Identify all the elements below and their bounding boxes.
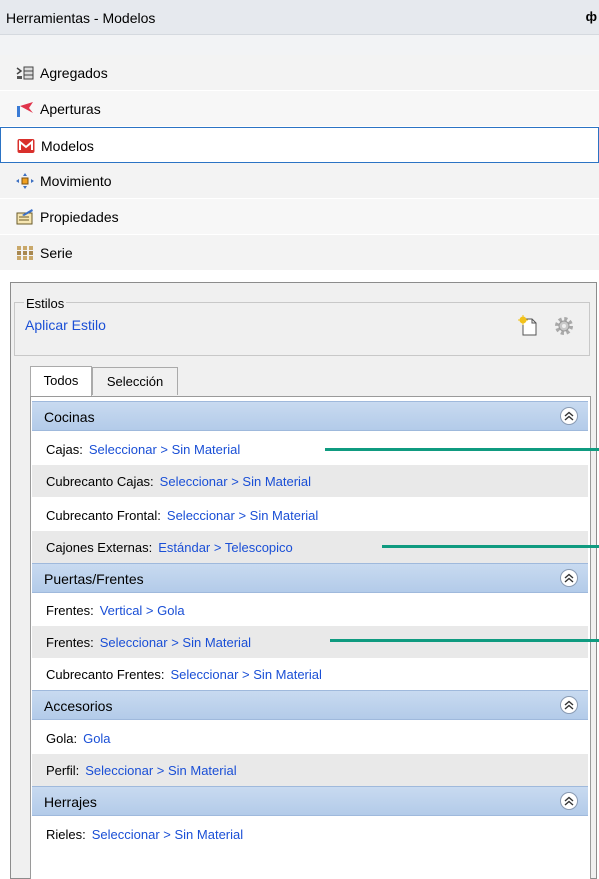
property-row[interactable]: Cubrecanto Frontal: Seleccionar > Sin Mat… bbox=[32, 499, 588, 531]
property-label: Frentes: bbox=[46, 635, 94, 650]
nav-item-modelos[interactable]: Modelos bbox=[0, 127, 599, 163]
new-style-icon[interactable] bbox=[517, 315, 539, 337]
nav-label: Aperturas bbox=[40, 101, 101, 117]
nav-label: Agregados bbox=[40, 65, 108, 81]
property-label: Cubrecanto Frontal: bbox=[46, 508, 161, 523]
property-value-link[interactable]: Estándar > Telescopico bbox=[158, 540, 293, 555]
aggregate-icon bbox=[16, 65, 34, 81]
property-value-link[interactable]: Vertical > Gola bbox=[100, 603, 185, 618]
property-label: Rieles: bbox=[46, 827, 86, 842]
window-title: Herramientas - Modelos bbox=[6, 10, 156, 26]
group-header-accesorios[interactable]: Accesorios bbox=[32, 690, 588, 720]
property-label: Cubrecanto Frentes: bbox=[46, 667, 165, 682]
apply-style-link[interactable]: Aplicar Estilo bbox=[25, 317, 106, 333]
group-header-puertas-frentes[interactable]: Puertas/Frentes bbox=[32, 563, 588, 593]
nav-label: Serie bbox=[40, 245, 73, 261]
group-title: Herrajes bbox=[44, 794, 97, 810]
annotation-pointer-line bbox=[382, 545, 599, 548]
annotation-pointer-line bbox=[330, 639, 599, 642]
property-value-link[interactable]: Seleccionar > Sin Material bbox=[160, 474, 311, 489]
property-label: Gola: bbox=[46, 731, 78, 746]
group-title: Accesorios bbox=[44, 698, 113, 714]
property-value-link[interactable]: Seleccionar > Sin Material bbox=[89, 442, 240, 457]
group-title: Puertas/Frentes bbox=[44, 571, 144, 587]
tab-todos[interactable]: Todos bbox=[30, 366, 92, 396]
nav-item-movimiento[interactable]: Movimiento bbox=[0, 163, 599, 199]
nav-label: Propiedades bbox=[40, 209, 119, 225]
move-arrows-icon bbox=[16, 173, 34, 189]
property-row[interactable]: Cubrecanto Cajas: Seleccionar > Sin Mater… bbox=[32, 465, 588, 497]
collapse-chevrons-icon[interactable] bbox=[560, 696, 578, 714]
property-row[interactable]: Perfil: Seleccionar > Sin Material bbox=[32, 754, 588, 786]
property-label: Cubrecanto Cajas: bbox=[46, 474, 154, 489]
series-grid-icon bbox=[16, 245, 34, 261]
property-label: Frentes: bbox=[46, 603, 94, 618]
collapse-chevrons-icon[interactable] bbox=[560, 569, 578, 587]
models-icon bbox=[17, 138, 35, 154]
group-title: Cocinas bbox=[44, 409, 95, 425]
titlebar-spacer bbox=[0, 35, 599, 55]
property-value-link[interactable]: Gola bbox=[83, 731, 110, 746]
property-value-link[interactable]: Seleccionar > Sin Material bbox=[85, 763, 236, 778]
group-header-herrajes[interactable]: Herrajes bbox=[32, 786, 588, 816]
property-row[interactable]: Frentes: Vertical > Gola bbox=[32, 594, 588, 626]
opening-flag-icon bbox=[16, 101, 34, 117]
nav-label: Modelos bbox=[41, 138, 94, 154]
annotation-pointer-line bbox=[325, 448, 599, 451]
gear-icon[interactable] bbox=[553, 315, 575, 337]
property-value-link[interactable]: Seleccionar > Sin Material bbox=[167, 508, 318, 523]
property-label: Cajas: bbox=[46, 442, 83, 457]
styles-legend: Estilos bbox=[24, 296, 67, 311]
nav-item-serie[interactable]: Serie bbox=[0, 235, 599, 271]
tab-label: Todos bbox=[43, 373, 79, 388]
property-label: Perfil: bbox=[46, 763, 80, 778]
collapse-chevrons-icon[interactable] bbox=[560, 792, 578, 810]
property-value-link[interactable]: Seleccionar > Sin Material bbox=[92, 827, 243, 842]
collapse-chevrons-icon[interactable] bbox=[560, 407, 578, 425]
properties-icon bbox=[16, 209, 34, 225]
tool-nav-list: Agregados Aperturas Modelos Movimiento P… bbox=[0, 55, 599, 271]
property-value-link[interactable]: Seleccionar > Sin Material bbox=[171, 667, 322, 682]
pin-icon[interactable]: ф bbox=[586, 9, 597, 24]
property-row[interactable]: Frentes: Seleccionar > Sin Material bbox=[32, 626, 588, 658]
nav-item-agregados[interactable]: Agregados bbox=[0, 55, 599, 91]
property-row[interactable]: Cubrecanto Frentes: Seleccionar > Sin Mat… bbox=[32, 658, 588, 690]
property-row[interactable]: Rieles: Seleccionar > Sin Material bbox=[32, 818, 588, 850]
property-label: Cajones Externas: bbox=[46, 540, 153, 555]
nav-item-propiedades[interactable]: Propiedades bbox=[0, 199, 599, 235]
group-header-cocinas[interactable]: Cocinas bbox=[32, 401, 588, 431]
tab-seleccion[interactable]: Selección bbox=[92, 367, 178, 395]
nav-label: Movimiento bbox=[40, 173, 112, 189]
tab-label: Selección bbox=[106, 374, 164, 389]
tool-window-titlebar: Herramientas - Modelos ф bbox=[0, 0, 599, 35]
nav-item-aperturas[interactable]: Aperturas bbox=[0, 91, 599, 127]
property-value-link[interactable]: Seleccionar > Sin Material bbox=[100, 635, 251, 650]
property-row[interactable]: Gola: Gola bbox=[32, 722, 588, 754]
